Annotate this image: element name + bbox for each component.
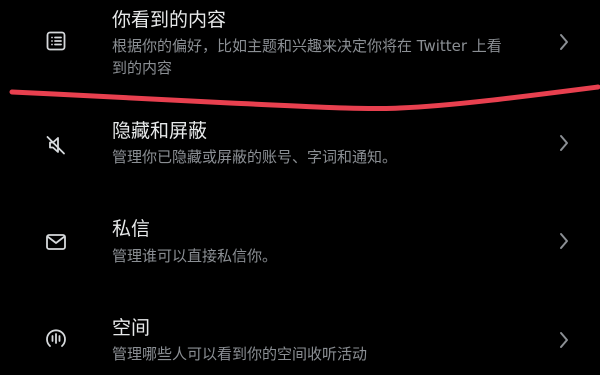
row-title: 隐藏和屏蔽 bbox=[112, 120, 208, 142]
chevron-right-icon bbox=[556, 132, 572, 154]
row-title: 空间 bbox=[112, 317, 151, 339]
row-title: 你看到的内容 bbox=[112, 9, 227, 31]
row-title: 私信 bbox=[112, 218, 151, 240]
settings-row-direct-messages[interactable]: 私信 管理谁可以直接私信你。 bbox=[0, 190, 600, 290]
row-description: 管理哪些人可以看到你的空间收听活动 bbox=[112, 345, 368, 363]
muted-speaker-icon bbox=[44, 133, 68, 157]
row-description: 管理你已隐藏或屏蔽的账号、字词和通知。 bbox=[112, 148, 398, 166]
chevron-right-icon bbox=[556, 329, 572, 351]
settings-row-content-you-see[interactable]: 你看到的内容 根据你的偏好，比如主题和兴趣来决定你将在 Twitter 上看到的… bbox=[0, 0, 600, 100]
list-document-icon bbox=[44, 29, 68, 53]
chevron-right-icon bbox=[556, 31, 572, 53]
envelope-icon bbox=[44, 230, 68, 254]
row-description: 管理谁可以直接私信你。 bbox=[112, 247, 278, 265]
settings-row-spaces[interactable]: 空间 管理哪些人可以看到你的空间收听活动 bbox=[0, 290, 600, 375]
chevron-right-icon bbox=[556, 230, 572, 252]
spaces-microphone-icon bbox=[44, 326, 68, 350]
row-description: 根据你的偏好，比如主题和兴趣来决定你将在 Twitter 上看到的内容 bbox=[112, 37, 502, 77]
settings-row-mute-block[interactable]: 隐藏和屏蔽 管理你已隐藏或屏蔽的账号、字词和通知。 bbox=[0, 100, 600, 190]
